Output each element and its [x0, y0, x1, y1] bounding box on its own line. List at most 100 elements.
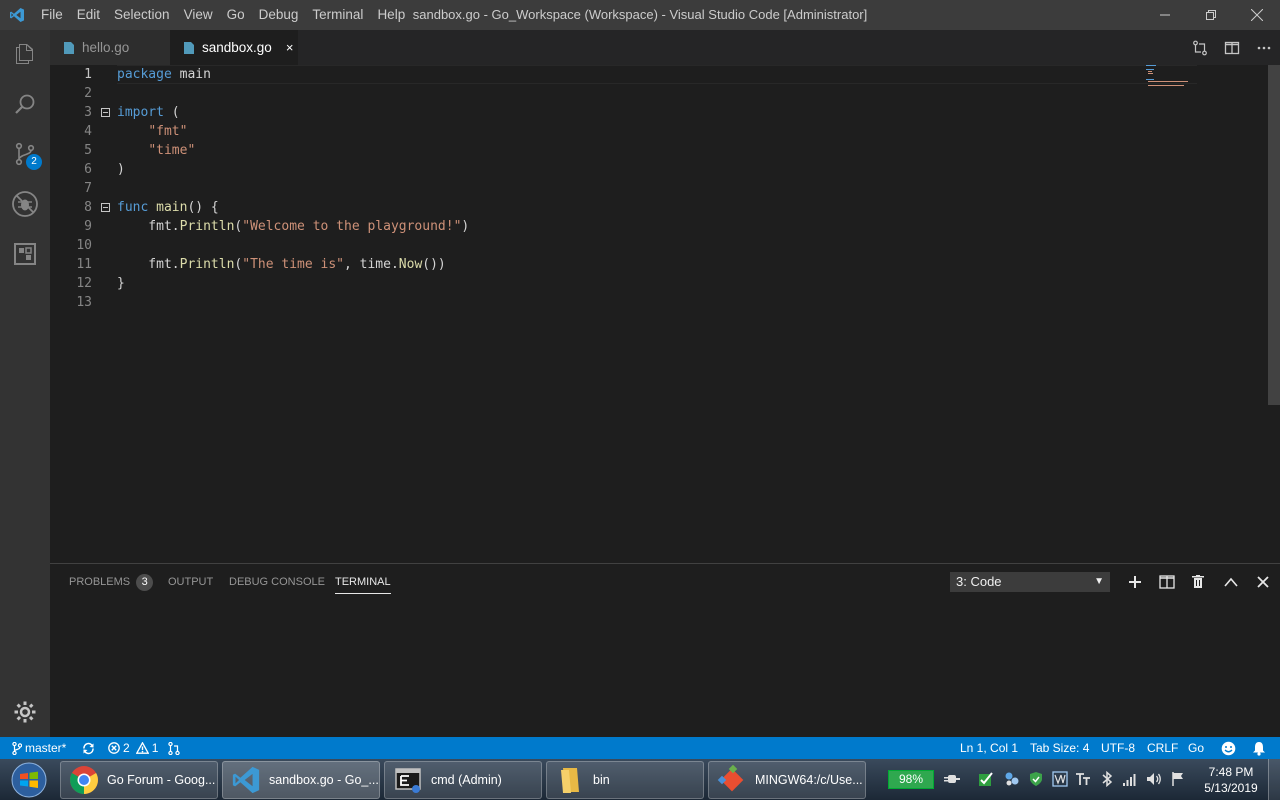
bottom-panel: PROBLEMS 3 OUTPUT DEBUG CONSOLE TERMINAL … [50, 563, 1280, 737]
code-line[interactable]: 10 [50, 236, 1150, 255]
bluetooth-icon[interactable] [1099, 771, 1115, 787]
menu-edit[interactable]: Edit [70, 0, 107, 30]
taskbar-vscode[interactable]: sandbox.go - Go_... [222, 761, 380, 799]
code-token: import [117, 105, 164, 120]
menu-file[interactable]: File [34, 0, 70, 30]
menu-view[interactable]: View [177, 0, 220, 30]
encoding[interactable]: UTF-8 [1101, 737, 1135, 759]
network-share-icon[interactable] [1004, 771, 1020, 787]
battery-indicator[interactable]: 98% [888, 770, 934, 789]
tab-debug-console[interactable]: DEBUG CONSOLE [229, 564, 325, 600]
tab-sandbox-go[interactable]: sandbox.go × [170, 30, 298, 65]
notifications-button[interactable] [1252, 737, 1266, 759]
end-of-line[interactable]: CRLF [1147, 737, 1178, 759]
code-line[interactable]: 13 [50, 293, 1150, 312]
code-line[interactable]: 9 fmt.Println("Welcome to the playground… [50, 217, 1150, 236]
feedback-button[interactable] [1221, 737, 1236, 759]
tab-close-button[interactable]: × [286, 40, 294, 55]
close-panel-button[interactable] [1253, 572, 1273, 592]
editor-scrollbar[interactable] [1268, 65, 1280, 405]
manage-button[interactable] [0, 688, 50, 736]
maximize-panel-button[interactable] [1221, 572, 1241, 592]
title-bar: File Edit Selection View Go Debug Termin… [0, 0, 1280, 30]
code-editor[interactable]: 1 package main 2 3 import (4 "fmt" 5 "time" 6)… [50, 65, 1280, 563]
split-terminal-button[interactable] [1157, 572, 1177, 592]
shield-icon[interactable] [1028, 771, 1044, 787]
menu-help[interactable]: Help [370, 0, 412, 30]
fold-toggle-icon[interactable] [101, 108, 110, 117]
split-editor-button[interactable] [1216, 30, 1248, 65]
new-terminal-button[interactable] [1125, 572, 1145, 592]
minimize-button[interactable] [1142, 0, 1188, 30]
system-clock[interactable]: 7:48 PM 5/13/2019 [1196, 764, 1266, 796]
tab-label: sandbox.go [202, 40, 272, 55]
code-token: "The time is" [242, 257, 344, 272]
show-desktop-button[interactable] [1268, 759, 1280, 800]
kill-terminal-button[interactable] [1188, 572, 1208, 592]
source-control-button[interactable]: 2 [0, 130, 50, 178]
taskbar-cmd[interactable]: cmd (Admin) [384, 761, 542, 799]
code-line[interactable]: 4 "fmt" [50, 122, 1150, 141]
code-line[interactable]: 5 "time" [50, 141, 1150, 160]
more-actions-button[interactable] [1248, 30, 1280, 65]
fold-toggle-icon[interactable] [101, 203, 110, 212]
minimize-icon [1160, 14, 1170, 16]
terminal-select[interactable]: 3: Code ▼ [950, 572, 1110, 592]
code-line[interactable]: 12} [50, 274, 1150, 293]
taskbar-explorer[interactable]: bin [546, 761, 704, 799]
tab-hello-go[interactable]: hello.go [50, 30, 170, 65]
close-window-button[interactable] [1234, 0, 1280, 30]
security-check-icon[interactable] [978, 771, 994, 787]
menu-go[interactable]: Go [220, 0, 252, 30]
sync-button[interactable] [82, 737, 95, 759]
tab-problems[interactable]: PROBLEMS 3 [69, 564, 154, 600]
vscode-logo-icon [0, 0, 34, 30]
menu-debug[interactable]: Debug [252, 0, 306, 30]
terminal-select-value: 3: Code [956, 574, 1002, 589]
pull-request-button[interactable] [168, 737, 180, 759]
menu-selection[interactable]: Selection [107, 0, 177, 30]
vm-icon[interactable] [1052, 771, 1068, 787]
git-branch-icon [12, 741, 22, 755]
line-number: 12 [76, 276, 92, 291]
action-center-flag-icon[interactable] [1170, 771, 1186, 787]
volume-icon[interactable] [1146, 771, 1162, 787]
code-line[interactable]: 6) [50, 160, 1150, 179]
source-control-badge: 2 [26, 154, 42, 170]
code-line[interactable]: 8 func main() { [50, 198, 1150, 217]
code-token: ()) [422, 257, 446, 272]
explorer-button[interactable] [0, 30, 50, 78]
search-button[interactable] [0, 80, 50, 128]
tab-size[interactable]: Tab Size: 4 [1030, 737, 1089, 759]
taskbar-git-bash[interactable]: MINGW64:/c/Use... [708, 761, 866, 799]
code-line[interactable]: 1 package main [50, 65, 1150, 84]
wifi-signal-icon[interactable] [1122, 771, 1138, 787]
menu-terminal[interactable]: Terminal [305, 0, 370, 30]
power-plug-icon[interactable] [944, 771, 960, 787]
start-button[interactable] [2, 760, 56, 800]
line-number: 5 [84, 143, 92, 158]
tab-output[interactable]: OUTPUT [168, 564, 213, 600]
minimap[interactable] [1146, 65, 1194, 95]
code-text: "fmt" [117, 122, 187, 141]
problems-label: PROBLEMS [69, 576, 131, 588]
debug-button[interactable] [0, 180, 50, 228]
language-mode[interactable]: Go [1188, 737, 1204, 759]
tab-terminal[interactable]: TERMINAL [335, 564, 391, 600]
code-line[interactable]: 3 import ( [50, 103, 1150, 122]
code-line[interactable]: 2 [50, 84, 1150, 103]
cursor-position[interactable]: Ln 1, Col 1 [960, 737, 1018, 759]
branch-status[interactable]: master* [12, 737, 66, 759]
problems-status[interactable]: 2 1 [108, 737, 158, 759]
files-icon [16, 44, 33, 64]
open-changes-button[interactable] [1184, 30, 1216, 65]
extensions-button[interactable] [0, 230, 50, 278]
taskbar-chrome[interactable]: Go Forum - Goog... [60, 761, 218, 799]
restore-button[interactable] [1188, 0, 1234, 30]
code-text: ) [117, 160, 125, 179]
font-size-icon[interactable] [1075, 771, 1091, 787]
code-line[interactable]: 7 [50, 179, 1150, 198]
code-line[interactable]: 11 fmt.Println("The time is", time.Now()… [50, 255, 1150, 274]
gear-icon [14, 701, 36, 723]
